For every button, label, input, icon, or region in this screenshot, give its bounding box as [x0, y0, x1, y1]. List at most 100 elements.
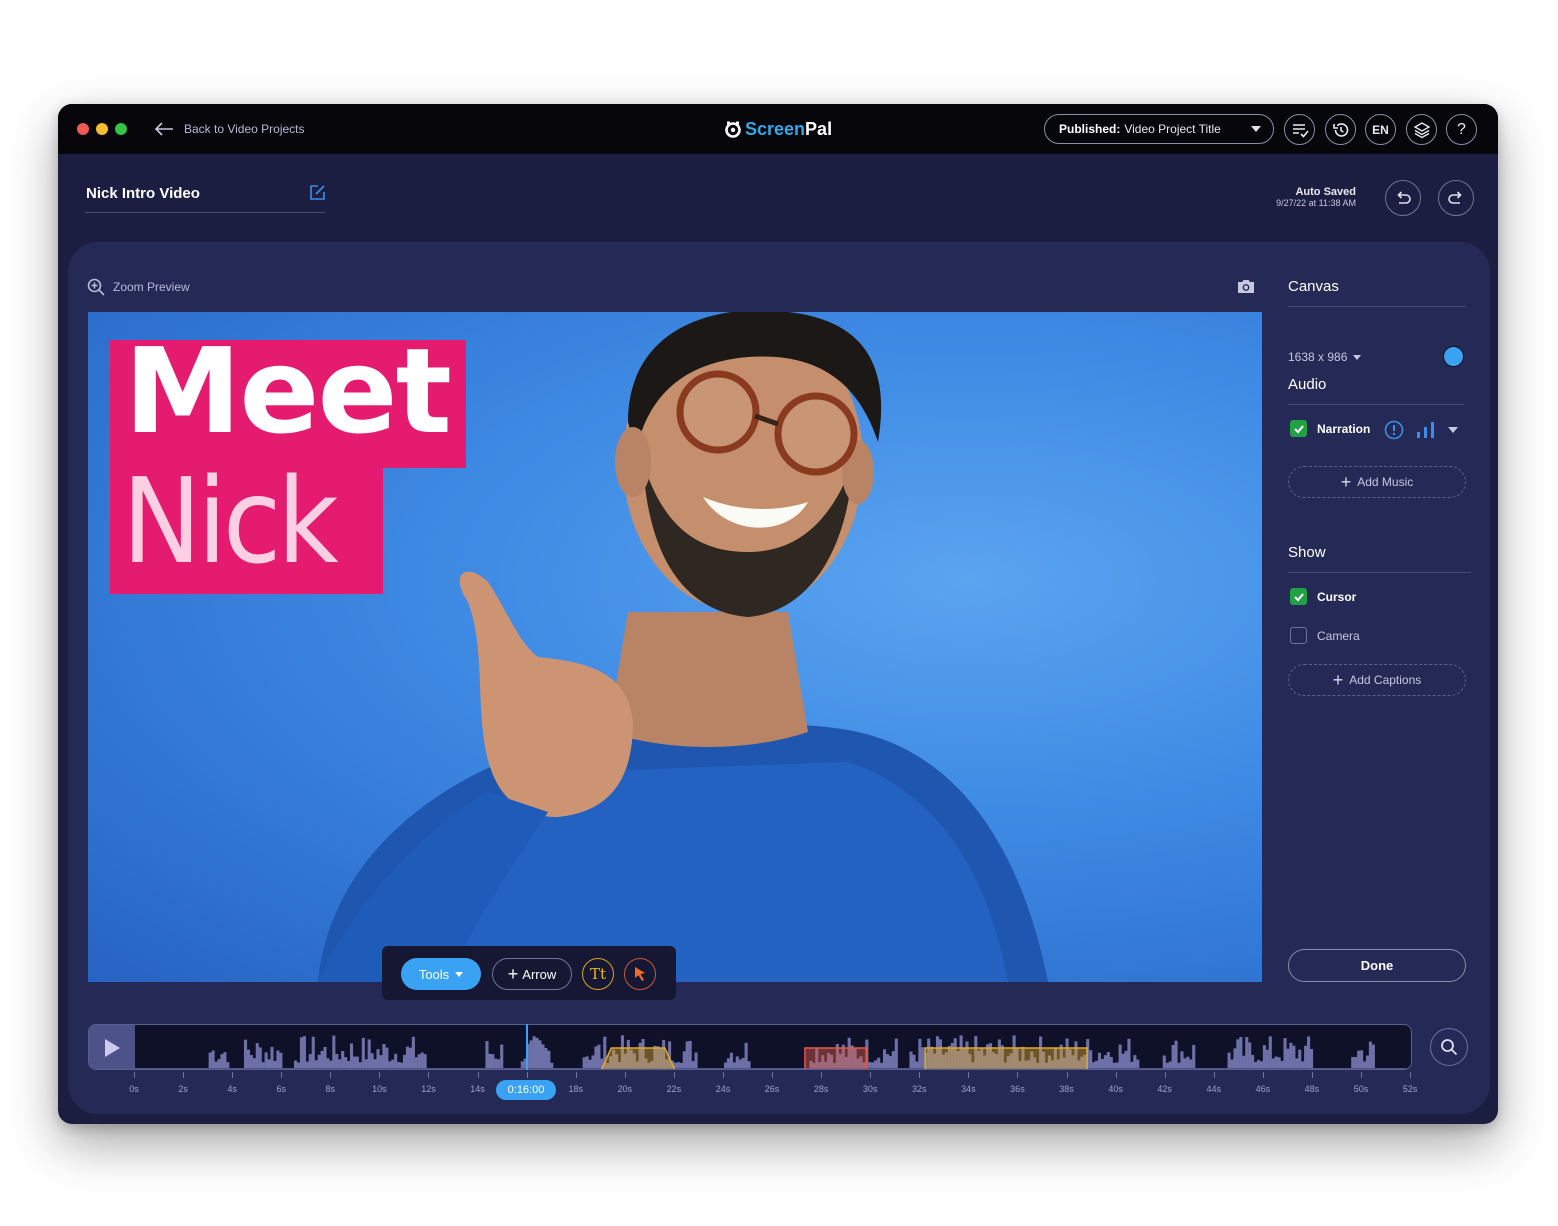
publish-status-dropdown[interactable]: Published: Video Project Title — [1044, 114, 1274, 144]
timeline-search-button[interactable] — [1430, 1028, 1468, 1066]
waveform-bar — [252, 1058, 256, 1069]
zoom-preview-button[interactable]: Zoom Preview — [87, 278, 190, 296]
speed-segment[interactable] — [924, 1047, 1088, 1070]
waveform-bar — [1236, 1039, 1240, 1069]
waveform-bar — [1251, 1054, 1255, 1069]
waveform-bar — [338, 1059, 342, 1069]
close-window-button[interactable] — [77, 123, 89, 135]
narration-row: Narration — [1290, 420, 1370, 437]
playhead[interactable] — [526, 1024, 528, 1070]
cursor-checkbox[interactable] — [1290, 588, 1307, 605]
help-icon: ? — [1457, 120, 1466, 138]
chevron-down-icon[interactable] — [1448, 426, 1458, 434]
timeline-tick — [477, 1072, 479, 1078]
waveform-bar — [208, 1052, 212, 1069]
project-title[interactable]: Nick Intro Video — [86, 185, 200, 202]
timeline-tick — [526, 1072, 528, 1078]
minimize-window-button[interactable] — [96, 123, 108, 135]
waveform-bar — [370, 1053, 374, 1069]
waveform-bar — [918, 1038, 922, 1069]
cursor-tool-button[interactable] — [624, 958, 656, 990]
camera-checkbox[interactable] — [1290, 627, 1307, 644]
waveform-bar — [214, 1061, 218, 1069]
undo-button[interactable] — [1385, 180, 1421, 216]
waveform-bar — [888, 1055, 892, 1069]
waveform-bar — [529, 1040, 533, 1069]
divider — [1288, 404, 1464, 405]
language-label: EN — [1372, 122, 1389, 137]
waveform-bar — [1268, 1036, 1272, 1069]
timeline-tick-label: 22s — [666, 1084, 682, 1094]
back-to-projects-link[interactable]: Back to Video Projects — [154, 119, 305, 139]
add-music-button[interactable]: + Add Music — [1288, 466, 1466, 498]
camera-snapshot-icon[interactable] — [1236, 278, 1256, 295]
waveform-bar — [1233, 1048, 1237, 1069]
waveform-bar — [405, 1046, 410, 1069]
logo-text-pal: Pal — [805, 118, 833, 139]
checklist-icon — [1292, 123, 1309, 138]
timeline-tick-label: 34s — [961, 1084, 976, 1094]
waveform-bar — [299, 1037, 304, 1069]
play-button[interactable] — [89, 1025, 135, 1069]
done-button[interactable]: Done — [1288, 949, 1466, 982]
timeline-tick-label: 2s — [178, 1084, 188, 1094]
waveform-bar — [246, 1049, 251, 1069]
waveform-bar — [376, 1049, 380, 1069]
divider — [1288, 306, 1466, 307]
waveform-bar — [1121, 1053, 1125, 1069]
timeline-tick — [1262, 1072, 1264, 1078]
title-overlay-line2[interactable]: Nick — [122, 462, 339, 580]
layers-button[interactable] — [1406, 114, 1437, 145]
search-icon — [1441, 1039, 1458, 1056]
logo-text-screen: Screen — [745, 118, 806, 139]
waveform-bar — [273, 1060, 277, 1069]
maximize-window-button[interactable] — [115, 123, 127, 135]
tools-dropdown-button[interactable]: Tools — [401, 958, 481, 990]
edit-icon[interactable] — [309, 184, 326, 201]
waveform-bar — [302, 1036, 306, 1069]
waveform-bar — [694, 1052, 698, 1069]
waveform-bar — [1186, 1056, 1190, 1069]
timeline-tick-label: 24s — [715, 1084, 731, 1094]
narration-checkbox[interactable] — [1290, 420, 1307, 437]
text-tool-button[interactable]: Tt — [582, 958, 614, 990]
waveform-bar — [402, 1054, 407, 1069]
tools-toolbar: Tools + Arrow Tt — [382, 946, 676, 1000]
waveform-bar — [1304, 1045, 1308, 1069]
canvas-size-dropdown[interactable]: 1638 x 986 — [1288, 350, 1362, 364]
waveform-bar — [597, 1044, 601, 1069]
checklist-button[interactable] — [1284, 114, 1315, 145]
audio-waveform — [135, 1035, 1411, 1070]
timeline-tick — [870, 1072, 872, 1078]
speed-segment[interactable] — [600, 1047, 676, 1070]
redo-button[interactable] — [1438, 180, 1474, 216]
waveform-bar — [891, 1051, 895, 1069]
alert-icon[interactable] — [1384, 420, 1404, 440]
volume-level-icon[interactable] — [1416, 421, 1436, 439]
add-arrow-button[interactable]: + Arrow — [492, 958, 572, 990]
video-preview[interactable]: Meet Nick — [88, 312, 1262, 982]
add-captions-button[interactable]: + Add Captions — [1288, 664, 1466, 696]
waveform-bar — [217, 1059, 221, 1069]
waveform-bar — [1283, 1038, 1287, 1069]
timeline-tick-label: 36s — [1010, 1084, 1025, 1094]
canvas-color-picker[interactable] — [1443, 346, 1464, 367]
screenpal-logo: Screen Pal — [724, 118, 832, 140]
timeline-tick-label: 32s — [912, 1084, 927, 1094]
help-button[interactable]: ? — [1446, 114, 1477, 145]
cut-segment[interactable] — [804, 1047, 868, 1070]
editor-panel: Zoom Preview Meet Nick Tools + Arrow Tt … — [68, 242, 1490, 1114]
waveform-bar — [1286, 1048, 1290, 1069]
waveform-bar — [1133, 1055, 1137, 1069]
waveform-bar — [497, 1059, 501, 1069]
cursor-row: Cursor — [1290, 588, 1356, 605]
waveform-bar — [1171, 1045, 1175, 1069]
tools-label: Tools — [418, 966, 450, 982]
title-overlay-line1[interactable]: Meet — [124, 332, 452, 450]
timeline-track[interactable] — [88, 1024, 1412, 1070]
redo-icon — [1448, 191, 1462, 204]
history-button[interactable] — [1325, 114, 1356, 145]
playhead-time-badge[interactable]: 0:16:00 — [496, 1080, 556, 1100]
waveform-bar — [744, 1042, 748, 1069]
language-button[interactable]: EN — [1365, 114, 1396, 145]
